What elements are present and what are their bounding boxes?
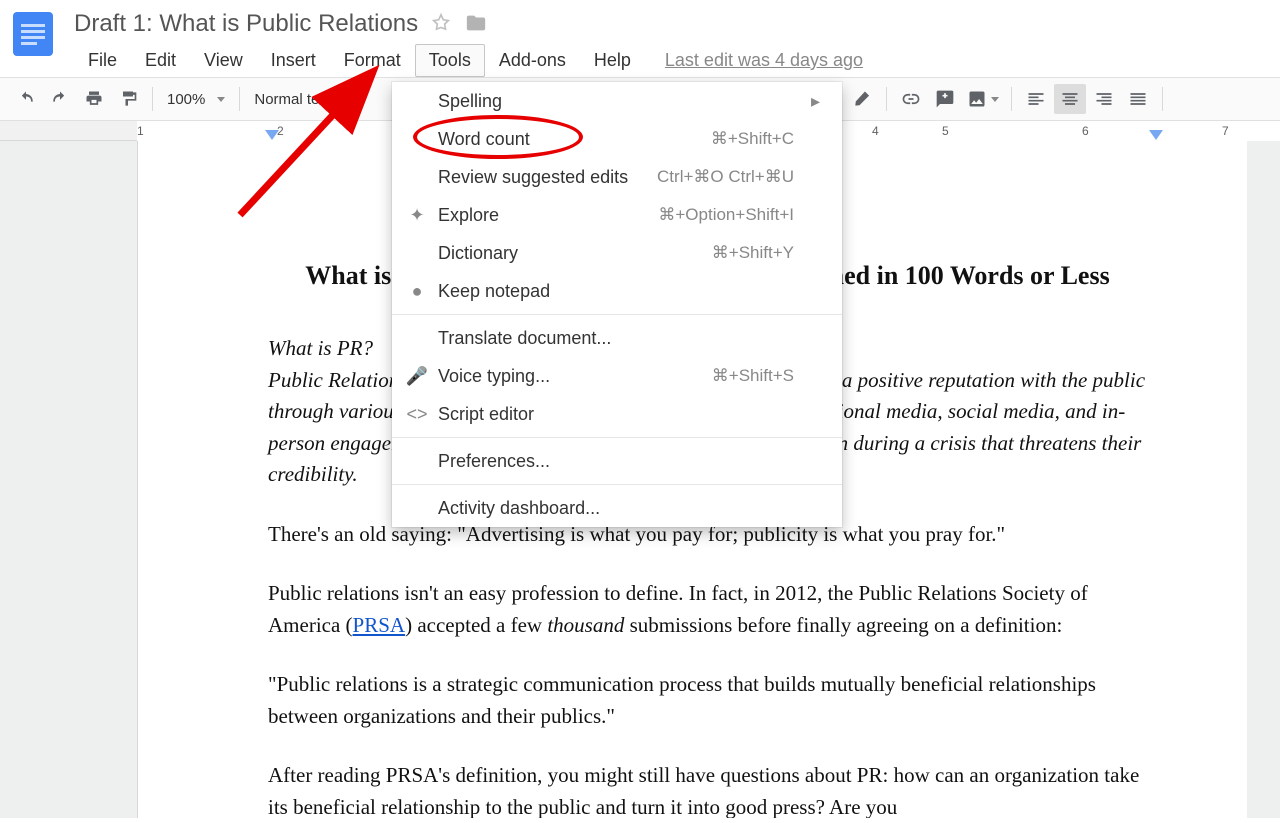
print-button[interactable] bbox=[78, 84, 110, 114]
menu-item-shortcut: ⌘+Shift+C bbox=[711, 129, 794, 149]
tools-menu-item[interactable]: ✦ Explore ⌘+Option+Shift+I bbox=[392, 196, 842, 234]
menu-item-label: Activity dashboard... bbox=[438, 498, 784, 519]
last-edit-link[interactable]: Last edit was 4 days ago bbox=[665, 50, 863, 71]
ruler-num-6: 6 bbox=[1082, 124, 1089, 138]
menu-item-label: Voice typing... bbox=[438, 366, 702, 387]
menu-separator bbox=[392, 437, 842, 438]
paragraph-style-dropdown[interactable]: Normal text bbox=[248, 84, 358, 114]
move-folder-icon[interactable] bbox=[464, 12, 488, 37]
menu-file[interactable]: File bbox=[74, 44, 131, 77]
menu-item-label: Script editor bbox=[438, 404, 784, 425]
menu-item-label: Review suggested edits bbox=[438, 167, 647, 188]
top-header: Draft 1: What is Public Relations File E… bbox=[0, 0, 1280, 77]
align-left-button[interactable] bbox=[1020, 84, 1052, 114]
menu-item-shortcut: Ctrl+⌘O Ctrl+⌘U bbox=[657, 167, 794, 187]
doc-paragraph: Public relations isn't an easy professio… bbox=[268, 578, 1147, 641]
document-title[interactable]: Draft 1: What is Public Relations bbox=[74, 10, 418, 38]
indent-left-marker[interactable] bbox=[265, 130, 279, 141]
doc-paragraph: "Public relations is a strategic communi… bbox=[268, 669, 1147, 732]
ruler-num-4: 4 bbox=[872, 124, 879, 138]
tools-menu-item[interactable]: 🎤 Voice typing... ⌘+Shift+S bbox=[392, 357, 842, 395]
menu-item-icon: 🎤 bbox=[406, 366, 428, 387]
menu-tools[interactable]: Tools bbox=[415, 44, 485, 77]
zoom-value: 100% bbox=[167, 91, 205, 108]
star-icon[interactable] bbox=[430, 12, 452, 37]
menu-view[interactable]: View bbox=[190, 44, 257, 77]
prsa-link[interactable]: PRSA bbox=[353, 613, 406, 637]
menu-item-label: Keep notepad bbox=[438, 281, 784, 302]
tools-menu-item[interactable]: Word count ⌘+Shift+C bbox=[392, 120, 842, 158]
tools-menu-item[interactable]: Preferences... bbox=[392, 442, 842, 480]
menu-separator bbox=[392, 484, 842, 485]
menu-item-label: Explore bbox=[438, 205, 648, 226]
menu-help[interactable]: Help bbox=[580, 44, 645, 77]
menu-item-label: Word count bbox=[438, 129, 701, 150]
menu-item-label: Spelling bbox=[438, 91, 784, 112]
undo-button[interactable] bbox=[10, 84, 42, 114]
insert-link-button[interactable] bbox=[895, 84, 927, 114]
indent-right-marker[interactable] bbox=[1149, 130, 1163, 141]
tools-menu-item[interactable]: Review suggested edits Ctrl+⌘O Ctrl+⌘U bbox=[392, 158, 842, 196]
menu-item-label: Translate document... bbox=[438, 328, 784, 349]
menu-item-label: Preferences... bbox=[438, 451, 784, 472]
tools-menu-item[interactable]: ● Keep notepad bbox=[392, 272, 842, 310]
tools-menu-item[interactable]: Spelling ▸ bbox=[392, 82, 842, 120]
paint-format-button[interactable] bbox=[112, 84, 144, 114]
tools-menu-item[interactable]: <> Script editor bbox=[392, 395, 842, 433]
chevron-down-icon bbox=[217, 97, 225, 102]
menu-item-shortcut: ⌘+Shift+Y bbox=[712, 243, 794, 263]
highlight-button[interactable] bbox=[846, 84, 878, 114]
ruler-num-1: 1 bbox=[137, 124, 144, 138]
menu-addons[interactable]: Add-ons bbox=[485, 44, 580, 77]
add-comment-button[interactable] bbox=[929, 84, 961, 114]
menu-item-label: Dictionary bbox=[438, 243, 702, 264]
menu-item-shortcut: ⌘+Option+Shift+I bbox=[658, 205, 794, 225]
ruler-num-5: 5 bbox=[942, 124, 949, 138]
ruler-num-7: 7 bbox=[1222, 124, 1229, 138]
style-value: Normal text bbox=[254, 91, 331, 108]
menu-item-icon: ● bbox=[406, 281, 428, 302]
menu-item-shortcut: ⌘+Shift+S bbox=[712, 366, 794, 386]
zoom-dropdown[interactable]: 100% bbox=[161, 84, 231, 114]
menu-insert[interactable]: Insert bbox=[257, 44, 330, 77]
tools-menu-item[interactable]: Dictionary ⌘+Shift+Y bbox=[392, 234, 842, 272]
menu-item-icon: <> bbox=[406, 404, 428, 425]
align-right-button[interactable] bbox=[1088, 84, 1120, 114]
menu-edit[interactable]: Edit bbox=[131, 44, 190, 77]
submenu-arrow-icon: ▸ bbox=[804, 91, 820, 112]
menu-separator bbox=[392, 314, 842, 315]
align-justify-button[interactable] bbox=[1122, 84, 1154, 114]
menu-format[interactable]: Format bbox=[330, 44, 415, 77]
insert-image-button[interactable] bbox=[963, 84, 1003, 114]
menu-item-icon: ✦ bbox=[406, 205, 428, 226]
tools-menu-item[interactable]: Translate document... bbox=[392, 319, 842, 357]
tools-menu-item[interactable]: Activity dashboard... bbox=[392, 489, 842, 527]
tools-dropdown-menu: Spelling ▸ Word count ⌘+Shift+C Review sugge… bbox=[392, 82, 842, 527]
menubar: File Edit View Insert Format Tools Add-o… bbox=[74, 44, 1264, 77]
docs-logo-icon[interactable] bbox=[12, 8, 54, 60]
align-center-button[interactable] bbox=[1054, 84, 1086, 114]
redo-button[interactable] bbox=[44, 84, 76, 114]
doc-paragraph: After reading PRSA's definition, you mig… bbox=[268, 760, 1147, 818]
